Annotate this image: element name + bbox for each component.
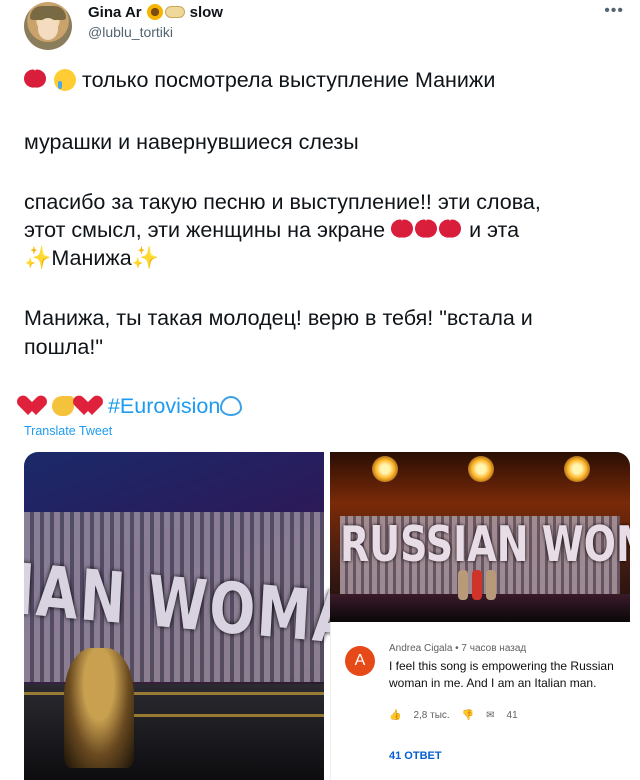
performer xyxy=(458,570,468,600)
tweet-line-2: мурашки и навернувшиеся слезы xyxy=(24,130,359,154)
eurovision-stage-photo-right[interactable]: RUSSIAN WOMAN xyxy=(330,452,630,622)
tweet-line-4: этот смысл, эти женщины на экране и эта xyxy=(24,216,624,244)
stage-lamp xyxy=(564,456,590,482)
broken-heart-icon xyxy=(415,220,437,240)
tweet-line-6: Манижа, ты такая молодец! верю в тебя! "… xyxy=(24,306,533,330)
commenter-name[interactable]: Andrea Cigala • 7 часов назад xyxy=(389,643,526,654)
thumbs-down-icon[interactable]: 👎 xyxy=(462,710,474,721)
crying-face-icon xyxy=(53,69,76,91)
bread-icon xyxy=(164,6,185,18)
stage-lamp xyxy=(372,456,398,482)
author-avatar[interactable] xyxy=(24,2,72,50)
youtube-comment: A Andrea Cigala • 7 часов назад I feel t… xyxy=(330,622,630,780)
thumbs-up-icon[interactable]: 👍 xyxy=(389,710,401,721)
broken-heart-icon xyxy=(391,220,413,240)
stage-lamp xyxy=(468,456,494,482)
like-count: 2,8 тыс. xyxy=(413,710,450,721)
tweet-line-3: спасибо за такую песню и выступление!! э… xyxy=(24,190,541,214)
sparkles-icon: ✨ xyxy=(24,245,52,270)
tweet-line-1: только посмотрела выступление Манижи xyxy=(24,66,624,94)
tweet-text: и эта xyxy=(469,218,520,242)
flexed-biceps-icon xyxy=(51,396,74,416)
reply-icon[interactable]: ✉ xyxy=(486,710,494,721)
tweet-line-8: #Eurovision xyxy=(24,392,624,420)
sparkles-icon: ✨ xyxy=(131,245,160,270)
author-handle[interactable]: @lublu_tortiki xyxy=(88,24,173,40)
performer-dress xyxy=(64,648,134,768)
comment-text: I feel this song is empowering the Russi… xyxy=(389,659,614,690)
red-heart-icon xyxy=(24,396,46,416)
blue-heart-icon xyxy=(220,396,243,416)
tweet-line-7: пошла!" xyxy=(24,335,103,359)
tweet-text: только посмотрела выступление Манижи xyxy=(81,68,496,92)
comment-actions: 👍 2,8 тыс. 👎 ✉ 41 xyxy=(389,710,530,721)
broken-heart-icon xyxy=(439,220,461,240)
tweet-text: этот смысл, эти женщины на экране xyxy=(24,218,386,242)
tweet-text: Манижа xyxy=(51,246,132,270)
broken-heart-icon xyxy=(24,70,46,90)
stage-light xyxy=(104,714,324,717)
tweet-header: Gina Ar slow @lublu_tortiki ••• xyxy=(24,2,624,52)
view-replies-button[interactable]: 41 ОТВЕТ xyxy=(389,750,442,762)
translate-tweet-link[interactable]: Translate Tweet xyxy=(24,424,112,438)
more-options-icon[interactable]: ••• xyxy=(604,2,624,20)
tweet-media[interactable]: IAN WOMA RUSSIAN WOMAN A Andrea Cigala •… xyxy=(24,452,630,780)
eurovision-stage-photo-left[interactable]: IAN WOMA xyxy=(24,452,359,780)
performer xyxy=(486,570,496,600)
reply-count: 41 xyxy=(506,710,518,721)
stage-letters: RUSSIAN WOMAN xyxy=(340,515,630,573)
author-name-suffix: slow xyxy=(189,3,223,21)
avatar-face xyxy=(38,18,58,40)
red-heart-icon xyxy=(80,396,102,416)
author-display-name[interactable]: Gina Ar xyxy=(88,4,142,21)
hashtag-link[interactable]: #Eurovision xyxy=(108,394,220,418)
sunflower-icon xyxy=(146,4,163,20)
performer xyxy=(472,570,482,600)
tweet-line-5: ✨Манижа✨ xyxy=(24,244,624,272)
commenter-avatar[interactable]: A xyxy=(345,646,375,676)
author-name-row[interactable]: Gina Ar slow xyxy=(88,2,223,22)
